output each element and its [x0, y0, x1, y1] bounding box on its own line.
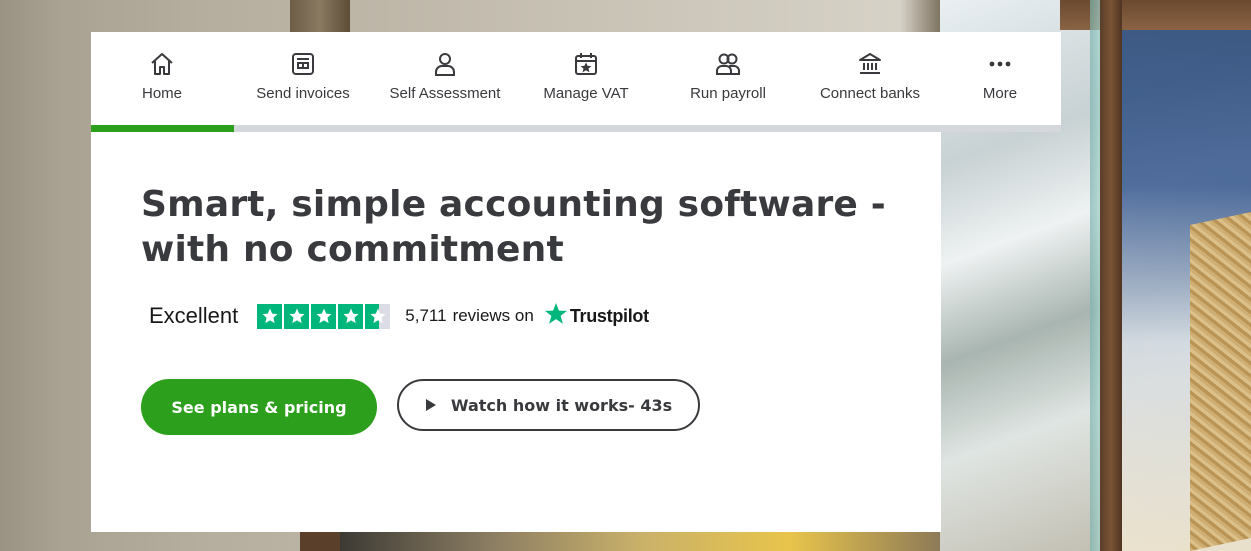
hero-card: Smart, simple accounting software - with…	[91, 132, 941, 532]
see-plans-pricing-button[interactable]: See plans & pricing	[141, 379, 377, 435]
star-icon	[284, 303, 310, 329]
carousel-progress-fill	[91, 125, 234, 132]
rating-label: Excellent	[149, 303, 239, 328]
star-icon	[338, 303, 364, 329]
reviews-on-text: reviews on	[452, 306, 534, 325]
people-icon	[713, 49, 743, 79]
nav-item-manage-vat[interactable]: Manage VAT	[531, 32, 641, 125]
invoice-icon	[288, 49, 318, 79]
watch-video-button[interactable]: Watch how it works- 43s	[397, 379, 700, 431]
nav-item-run-payroll[interactable]: Run payroll	[676, 32, 780, 125]
calendar-star-icon	[571, 49, 601, 79]
bank-icon	[855, 49, 885, 79]
star-rating	[257, 303, 391, 329]
nav-item-send-invoices[interactable]: Send invoices	[247, 32, 359, 125]
nav-item-more[interactable]: More	[963, 32, 1037, 125]
nav-label: Send invoices	[256, 85, 350, 102]
watch-video-label: Watch how it works- 43s	[450, 395, 673, 415]
nav-label: Home	[141, 85, 182, 102]
feature-nav: Home Send invoices Self Assessment Manag…	[91, 32, 1061, 132]
carousel-progress-bar	[91, 125, 1061, 132]
half-star-icon	[365, 303, 391, 329]
review-count: 5,711	[405, 306, 447, 325]
trustpilot-rating[interactable]: Excellent 5,711 reviews on Trustpilot	[149, 302, 649, 331]
nav-item-connect-banks[interactable]: Connect banks	[808, 32, 932, 125]
home-icon	[147, 49, 177, 79]
trustpilot-logo: Trustpilot	[544, 302, 649, 331]
trustpilot-star-icon	[544, 302, 568, 331]
trustpilot-wordmark: Trustpilot	[569, 305, 649, 326]
nav-item-self-assessment[interactable]: Self Assessment	[380, 32, 510, 125]
star-icon	[257, 303, 283, 329]
page-title: Smart, simple accounting software - with…	[141, 184, 886, 270]
more-dots-icon	[985, 49, 1015, 79]
nav-label: Self Assessment	[389, 85, 501, 102]
star-icon	[311, 303, 337, 329]
nav-label: More	[982, 85, 1018, 102]
nav-item-home[interactable]: Home	[116, 32, 208, 125]
nav-label: Run payroll	[690, 85, 766, 102]
person-icon	[430, 49, 460, 79]
nav-label: Manage VAT	[543, 85, 629, 102]
nav-label: Connect banks	[819, 85, 921, 102]
play-icon	[425, 398, 437, 412]
